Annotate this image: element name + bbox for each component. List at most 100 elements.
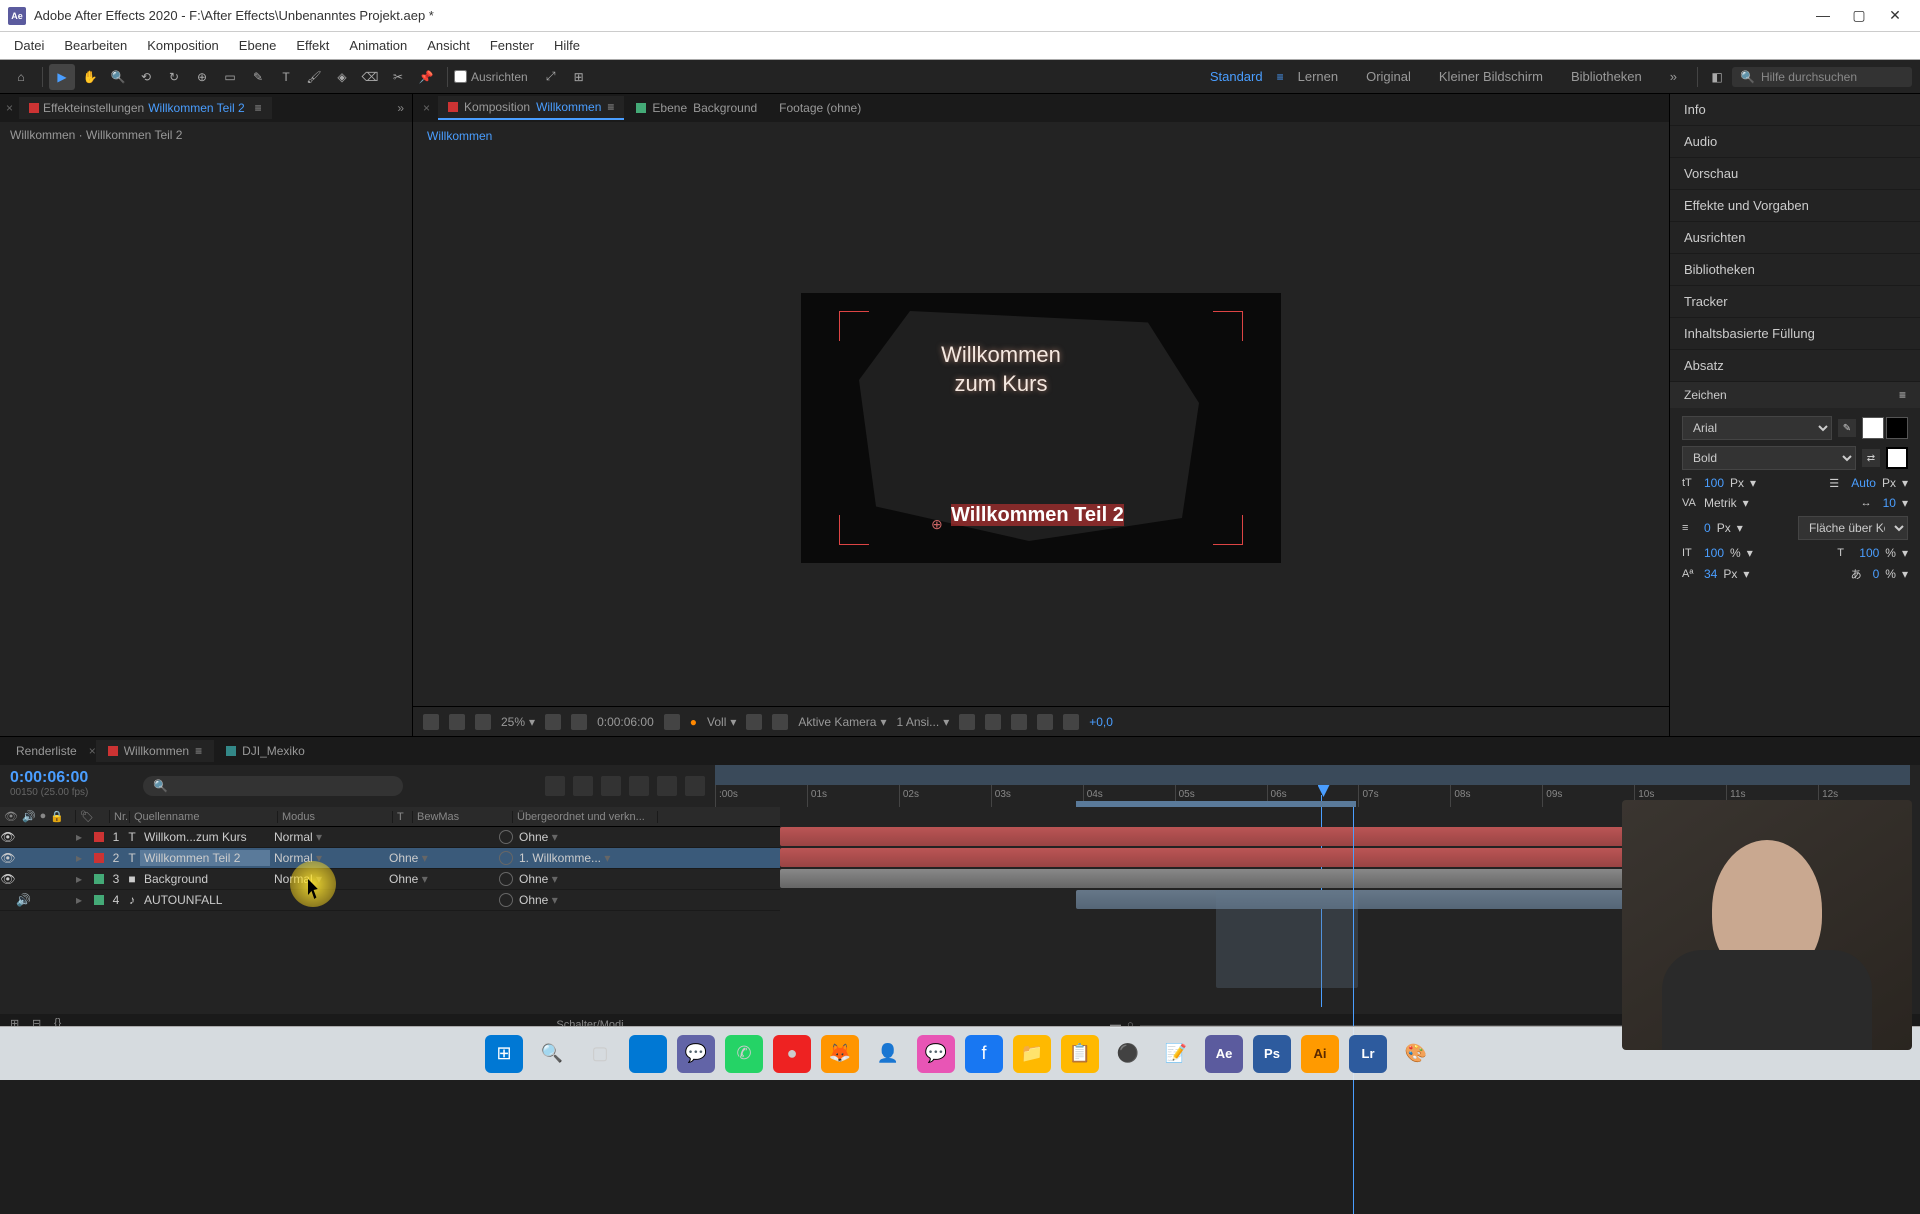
lock-column-icon[interactable]: 🔒: [50, 810, 64, 823]
menu-datei[interactable]: Datei: [4, 34, 54, 57]
workspace-standard[interactable]: Standard: [1196, 69, 1277, 84]
taskbar-app-3[interactable]: 👤: [869, 1035, 907, 1073]
comp-mini-flowchart-icon[interactable]: [545, 776, 565, 796]
layer-color[interactable]: [94, 832, 104, 842]
frame-blend-icon[interactable]: [629, 776, 649, 796]
close-button[interactable]: ✕: [1886, 7, 1904, 24]
trkmat-dropdown[interactable]: Ohne: [385, 872, 495, 886]
trkmat-dropdown[interactable]: Ohne: [385, 851, 495, 865]
color-mgmt-icon[interactable]: ●: [690, 715, 697, 729]
current-time[interactable]: 0:00:06:00 00150 (25.00 fps): [0, 765, 135, 807]
motion-blur-icon[interactable]: [657, 776, 677, 796]
layer-row-3[interactable]: 👁 ▸ 3 ■ Background Normal Ohne Ohne: [0, 869, 780, 890]
kerning-value[interactable]: Metrik: [1704, 496, 1737, 510]
reset-exposure-icon[interactable]: [1063, 714, 1079, 730]
taskbar-whatsapp[interactable]: ✆: [725, 1035, 763, 1073]
panel-tracker[interactable]: Tracker: [1670, 286, 1920, 318]
anchor-point-icon[interactable]: ⊕: [931, 516, 943, 533]
camera-dropdown[interactable]: Aktive Kamera ▾: [798, 715, 886, 729]
stroke-color-swatch[interactable]: [1886, 417, 1908, 439]
taskbar-illustrator[interactable]: Ai: [1301, 1035, 1339, 1073]
taskbar-app-4[interactable]: 📋: [1061, 1035, 1099, 1073]
maximize-button[interactable]: ▢: [1850, 7, 1868, 24]
swap-colors-icon[interactable]: ⇄: [1862, 449, 1880, 467]
tab-willkommen[interactable]: Willkommen ≡: [96, 740, 214, 762]
workspace-lernen[interactable]: Lernen: [1284, 69, 1352, 84]
font-size-value[interactable]: 100: [1704, 476, 1724, 490]
font-style-select[interactable]: Bold: [1682, 446, 1856, 470]
minimize-button[interactable]: —: [1814, 7, 1832, 24]
roto-tool-icon[interactable]: ✂: [385, 64, 411, 90]
pickwhip-icon[interactable]: [499, 830, 513, 844]
task-view-button[interactable]: ▢: [581, 1035, 619, 1073]
menu-animation[interactable]: Animation: [339, 34, 417, 57]
taskbar-photoshop[interactable]: Ps: [1253, 1035, 1291, 1073]
character-panel-header[interactable]: Zeichen≡: [1670, 382, 1920, 408]
visibility-toggle[interactable]: 👁: [0, 851, 16, 865]
grid-icon[interactable]: [545, 714, 561, 730]
layer-row-4[interactable]: 🔊 ▸ 4 ♪ AUTOUNFALL Ohne: [0, 890, 780, 911]
rect-tool-icon[interactable]: ▭: [217, 64, 243, 90]
3d-icon[interactable]: [475, 714, 491, 730]
taskbar-app-2[interactable]: ●: [773, 1035, 811, 1073]
taskbar-after-effects[interactable]: Ae: [1205, 1035, 1243, 1073]
panel-ausrichten[interactable]: Ausrichten: [1670, 222, 1920, 254]
taskbar-firefox[interactable]: 🦊: [821, 1035, 859, 1073]
taskbar-obs[interactable]: ⚫: [1109, 1035, 1147, 1073]
layer-row-2[interactable]: 👁 ▸ 2 T Willkommen Teil 2 Normal Ohne 1.…: [0, 848, 780, 869]
taskbar-app-5[interactable]: 🎨: [1397, 1035, 1435, 1073]
workspace-kleiner[interactable]: Kleiner Bildschirm: [1425, 69, 1557, 84]
taskbar-facebook[interactable]: f: [965, 1035, 1003, 1073]
panel-vorschau[interactable]: Vorschau: [1670, 158, 1920, 190]
workspace-more-icon[interactable]: »: [1656, 69, 1691, 84]
footage-tab[interactable]: Footage (ohne): [769, 97, 871, 119]
hscale-value[interactable]: 100: [1859, 546, 1879, 560]
flowchart-icon[interactable]: [1037, 714, 1053, 730]
orbit-tool-icon[interactable]: ⟲: [133, 64, 159, 90]
clone-tool-icon[interactable]: ◈: [329, 64, 355, 90]
label-column-icon[interactable]: 🏷: [80, 811, 94, 823]
menu-ebene[interactable]: Ebene: [229, 34, 287, 57]
fill-color-swatch[interactable]: [1862, 417, 1884, 439]
leading-value[interactable]: Auto: [1851, 476, 1876, 490]
taskbar-notepad[interactable]: 📝: [1157, 1035, 1195, 1073]
pickwhip-icon[interactable]: [499, 893, 513, 907]
pixel-aspect-icon[interactable]: [959, 714, 975, 730]
viewer-time[interactable]: 0:00:06:00: [597, 715, 654, 729]
graph-editor-icon[interactable]: [685, 776, 705, 796]
pickwhip-icon[interactable]: [499, 851, 513, 865]
selection-tool-icon[interactable]: ▶: [49, 64, 75, 90]
audio-column-icon[interactable]: 🔊: [22, 810, 36, 823]
help-search[interactable]: 🔍 Hilfe durchsuchen: [1732, 67, 1912, 87]
panel-toggle-icon[interactable]: ◧: [1704, 64, 1730, 90]
timeline-icon[interactable]: [1011, 714, 1027, 730]
home-icon[interactable]: ⌂: [8, 64, 34, 90]
hand-tool-icon[interactable]: ✋: [77, 64, 103, 90]
composition-viewer[interactable]: Willkommen zum Kurs ⊕ Willkommen Teil 2: [413, 150, 1669, 706]
tsume-value[interactable]: 0: [1873, 567, 1880, 581]
panel-bibliotheken[interactable]: Bibliotheken: [1670, 254, 1920, 286]
layer-color[interactable]: [94, 874, 104, 884]
baseline-value[interactable]: 34: [1704, 567, 1717, 581]
anchor-tool-icon[interactable]: ⊕: [189, 64, 215, 90]
menu-hilfe[interactable]: Hilfe: [544, 34, 590, 57]
mask-icon[interactable]: [423, 714, 439, 730]
search-button[interactable]: 🔍: [533, 1035, 571, 1073]
audio-toggle[interactable]: 🔊: [16, 893, 30, 907]
default-colors-icon[interactable]: [1886, 447, 1908, 469]
timeline-search[interactable]: 🔍: [143, 776, 403, 796]
stroke-width-value[interactable]: 0: [1704, 521, 1711, 535]
alpha-icon[interactable]: [449, 714, 465, 730]
font-family-select[interactable]: Arial: [1682, 416, 1832, 440]
eye-column-icon[interactable]: 👁: [4, 810, 18, 823]
resolution-dropdown[interactable]: Voll ▾: [707, 715, 736, 729]
vscale-value[interactable]: 100: [1704, 546, 1724, 560]
menu-effekt[interactable]: Effekt: [286, 34, 339, 57]
tab-dji-mexiko[interactable]: DJI_Mexiko: [214, 740, 317, 762]
transparency-icon[interactable]: [746, 714, 762, 730]
taskbar-teams[interactable]: 💬: [677, 1035, 715, 1073]
region-icon[interactable]: [772, 714, 788, 730]
menu-komposition[interactable]: Komposition: [137, 34, 229, 57]
workspace-original[interactable]: Original: [1352, 69, 1425, 84]
taskbar-lightroom[interactable]: Lr: [1349, 1035, 1387, 1073]
